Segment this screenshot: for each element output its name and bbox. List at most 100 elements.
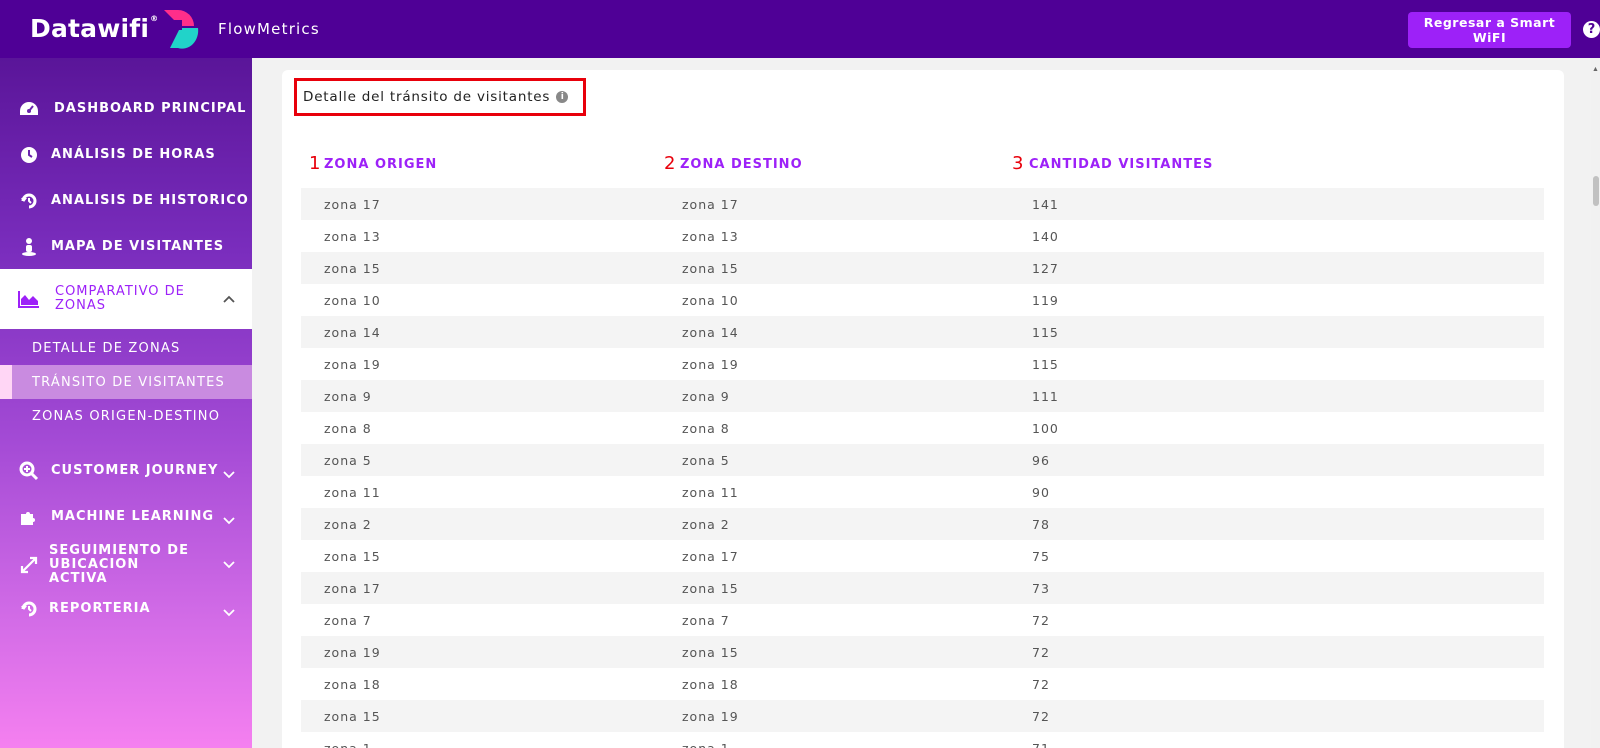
cell-destination-zone: zona 11 <box>682 484 739 500</box>
sidebar-item-label: DASHBOARD PRINCIPAL <box>54 101 247 116</box>
cell-origin-zone: zona 15 <box>324 260 381 276</box>
info-icon[interactable]: i <box>556 91 569 103</box>
cell-origin-zone: zona 8 <box>324 420 372 436</box>
table-row: zona 17 zona 17 141 <box>301 188 1544 220</box>
sidebar-item-customer-journey[interactable]: CUSTOMER JOURNEY <box>0 458 252 484</box>
sidebar-item-label: COMPARATIVO DE ZONAS <box>55 284 185 313</box>
column-number-3: 3 <box>1012 153 1024 174</box>
sidebar-item-machine-learning[interactable]: MACHINE LEARNING <box>0 504 252 530</box>
cell-visitor-count: 127 <box>1032 260 1059 276</box>
table-row: zona 9 zona 9 111 <box>301 380 1544 412</box>
panel-title-highlight: Detalle del tránsito de visitantes i <box>294 78 586 116</box>
cell-visitor-count: 141 <box>1032 196 1059 212</box>
table-row: zona 10 zona 10 119 <box>301 284 1544 316</box>
table-row: zona 15 zona 19 72 <box>301 700 1544 732</box>
cell-destination-zone: zona 17 <box>682 548 739 564</box>
help-icon[interactable]: ? <box>1583 21 1600 38</box>
search-plus-icon <box>18 460 40 482</box>
cell-visitor-count: 72 <box>1032 676 1050 692</box>
table-row: zona 15 zona 17 75 <box>301 540 1544 572</box>
cell-visitor-count: 100 <box>1032 420 1059 436</box>
back-to-smart-wifi-button[interactable]: Regresar a Smart WiFI <box>1408 12 1571 48</box>
cell-origin-zone: zona 2 <box>324 516 372 532</box>
chevron-down-icon[interactable] <box>222 606 236 620</box>
table-row: zona 18 zona 18 72 <box>301 668 1544 700</box>
sidebar-item-label: ANÁLISIS DE HORAS <box>51 147 216 162</box>
sidebar-subitem-origin-destination[interactable]: ZONAS ORIGEN-DESTINO <box>0 399 252 433</box>
cell-destination-zone: zona 5 <box>682 452 730 468</box>
brand-name: Datawifi® <box>30 13 159 43</box>
page-scrollbar[interactable]: ▲ <box>1591 58 1600 748</box>
subitem-label: DETALLE DE ZONAS <box>32 340 181 356</box>
sidebar-item-label: CUSTOMER JOURNEY <box>51 463 219 478</box>
sidebar-item-label: SEGUIMIENTO DE UBICACION ACTIVA <box>49 543 189 586</box>
cell-destination-zone: zona 15 <box>682 644 739 660</box>
sidebar-subitem-zone-detail[interactable]: DETALLE DE ZONAS <box>0 331 252 365</box>
cell-destination-zone: zona 9 <box>682 388 730 404</box>
sidebar-item-visitor-map[interactable]: MAPA DE VISITANTES <box>0 234 252 260</box>
cell-visitor-count: 73 <box>1032 580 1050 596</box>
cell-origin-zone: zona 14 <box>324 324 381 340</box>
cell-visitor-count: 119 <box>1032 292 1059 308</box>
history-icon <box>18 190 40 212</box>
scrollbar-thumb[interactable] <box>1593 176 1599 206</box>
chevron-down-icon[interactable] <box>222 468 236 482</box>
table-row: zona 7 zona 7 72 <box>301 604 1544 636</box>
cell-destination-zone: zona 17 <box>682 196 739 212</box>
puzzle-icon <box>18 506 40 528</box>
clock-icon <box>18 144 40 166</box>
cell-visitor-count: 111 <box>1032 388 1059 404</box>
cell-origin-zone: zona 17 <box>324 196 381 212</box>
gauge-icon <box>18 98 40 120</box>
table-row: zona 8 zona 8 100 <box>301 412 1544 444</box>
cell-origin-zone: zona 15 <box>324 708 381 724</box>
transit-table: zona 17 zona 17 141 zona 13 zona 13 140 zona 1… <box>301 188 1544 748</box>
column-number-1: 1 <box>309 153 321 174</box>
sidebar-item-dashboard[interactable]: DASHBOARD PRINCIPAL <box>0 96 252 122</box>
cell-destination-zone: zona 15 <box>682 260 739 276</box>
brand-logo[interactable]: Datawifi® <box>30 6 200 50</box>
cell-origin-zone: zona 5 <box>324 452 372 468</box>
cell-destination-zone: zona 18 <box>682 676 739 692</box>
cell-destination-zone: zona 14 <box>682 324 739 340</box>
cell-visitor-count: 115 <box>1032 356 1059 372</box>
person-map-icon <box>18 236 40 258</box>
panel-title: Detalle del tránsito de visitantes <box>303 89 551 105</box>
sidebar-item-label: MAPA DE VISITANTES <box>51 239 225 254</box>
sidebar-item-label: ANALISIS DE HISTORICO <box>51 193 249 208</box>
table-row: zona 13 zona 13 140 <box>301 220 1544 252</box>
expand-arrows-icon <box>18 554 40 576</box>
sidebar-subitem-visitor-transit[interactable]: TRÁNSITO DE VISITANTES <box>0 365 252 399</box>
top-bar: Datawifi® FlowMetrics Regresar a Smart W… <box>0 0 1600 58</box>
cell-origin-zone: zona 13 <box>324 228 381 244</box>
sidebar-item-reports[interactable]: REPORTERIA <box>0 596 252 622</box>
scroll-up-icon[interactable]: ▲ <box>1592 66 1599 73</box>
chevron-up-icon[interactable] <box>222 292 236 306</box>
datawifi-logo-icon <box>164 10 199 49</box>
column-header-origin[interactable]: ZONA ORIGEN <box>324 157 437 172</box>
cell-origin-zone: zona 9 <box>324 388 372 404</box>
sidebar-item-label: MACHINE LEARNING <box>51 509 215 524</box>
chevron-down-icon[interactable] <box>222 558 236 572</box>
cell-destination-zone: zona 1 <box>682 740 730 748</box>
table-row: zona 11 zona 11 90 <box>301 476 1544 508</box>
column-header-visitors[interactable]: CANTIDAD VISITANTES <box>1029 157 1213 172</box>
cell-destination-zone: zona 19 <box>682 356 739 372</box>
column-header-destination[interactable]: ZONA DESTINO <box>680 157 803 172</box>
sidebar-item-zone-comparison[interactable]: COMPARATIVO DE ZONAS <box>0 269 252 329</box>
cell-origin-zone: zona 1 <box>324 740 372 748</box>
sidebar-item-history[interactable]: ANALISIS DE HISTORICO <box>0 188 252 214</box>
sidebar-item-hours[interactable]: ANÁLISIS DE HORAS <box>0 142 252 168</box>
chevron-down-icon[interactable] <box>222 514 236 528</box>
cell-destination-zone: zona 10 <box>682 292 739 308</box>
table-row: zona 5 zona 5 96 <box>301 444 1544 476</box>
cell-origin-zone: zona 10 <box>324 292 381 308</box>
cell-visitor-count: 78 <box>1032 516 1050 532</box>
cell-origin-zone: zona 19 <box>324 644 381 660</box>
subitem-label: ZONAS ORIGEN-DESTINO <box>32 408 221 424</box>
table-row: zona 14 zona 14 115 <box>301 316 1544 348</box>
sidebar-item-active-location[interactable]: SEGUIMIENTO DE UBICACION ACTIVA <box>0 543 252 586</box>
cell-destination-zone: zona 15 <box>682 580 739 596</box>
cell-origin-zone: zona 18 <box>324 676 381 692</box>
cell-visitor-count: 71 <box>1032 740 1050 748</box>
